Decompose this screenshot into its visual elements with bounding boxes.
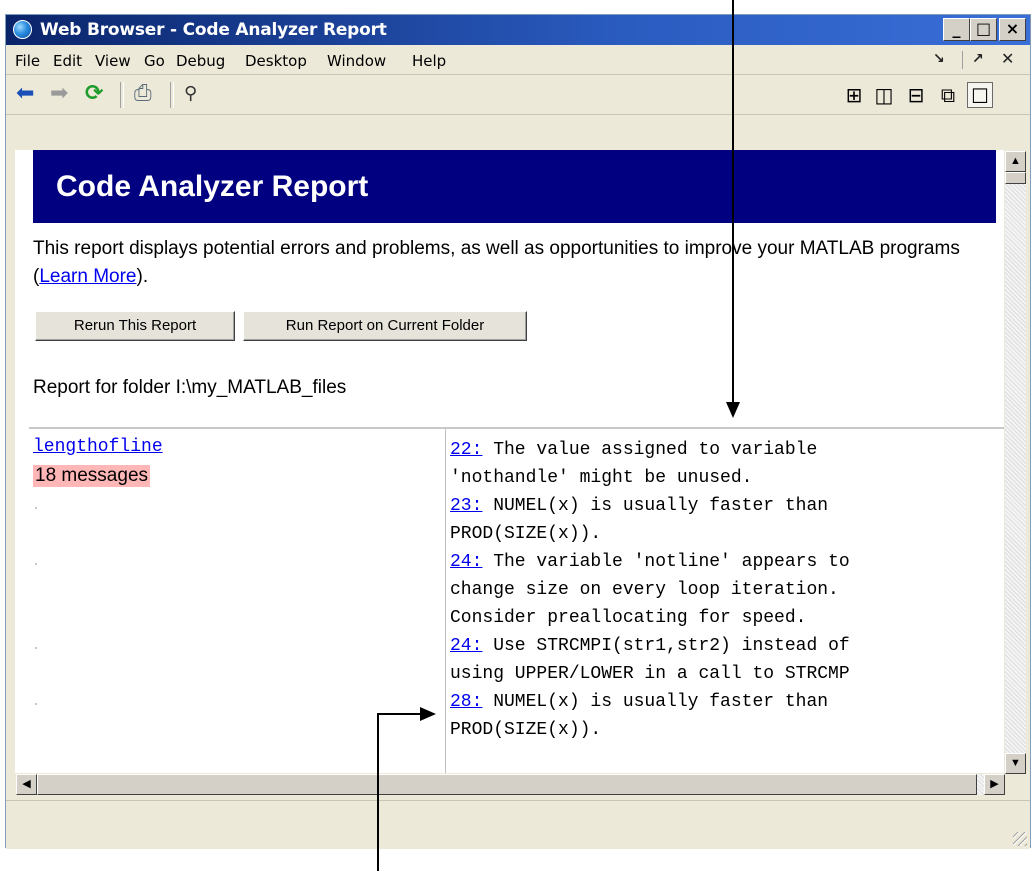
- callout-arrow-head: [420, 707, 436, 721]
- scroll-down-arrow-icon[interactable]: ▼: [1005, 753, 1026, 774]
- close-icon[interactable]: ✕: [1001, 49, 1014, 68]
- results-table: lengthofline 18 messages 22: The value a…: [29, 427, 1004, 773]
- row-marker: [35, 507, 37, 509]
- forward-arrow-icon[interactable]: ➡: [50, 82, 68, 106]
- float-window-icon[interactable]: ⧉: [935, 82, 961, 108]
- menu-debug[interactable]: Debug: [176, 52, 225, 70]
- toolbar-separator: [170, 82, 174, 108]
- line-link[interactable]: 24:: [450, 636, 482, 656]
- maximize-button[interactable]: □: [970, 18, 997, 41]
- report-intro: This report displays potential errors an…: [33, 235, 983, 291]
- callout-arrow-line: [377, 713, 421, 715]
- menu-help[interactable]: Help: [412, 52, 446, 70]
- line-link[interactable]: 28:: [450, 692, 482, 712]
- message-list: 22: The value assigned to variable 'noth…: [450, 436, 1002, 744]
- close-button[interactable]: ×: [999, 18, 1026, 41]
- vertical-scrollbar[interactable]: ▲ ▼: [1005, 151, 1026, 774]
- menu-bar: File Edit View Go Debug Desktop Window H…: [6, 45, 1030, 75]
- menu-view[interactable]: View: [95, 52, 131, 70]
- toolbar-separator: [120, 82, 124, 108]
- scroll-right-arrow-icon[interactable]: ▶: [984, 774, 1005, 795]
- refresh-icon[interactable]: ⟳: [85, 82, 103, 106]
- message-count-badge: 18 messages: [33, 465, 151, 487]
- resize-grip-icon[interactable]: [1013, 832, 1027, 846]
- minimize-button[interactable]: _: [943, 18, 970, 41]
- message-item: 23: NUMEL(x) is usually faster than PROD…: [450, 492, 1002, 548]
- column-divider: [445, 429, 446, 773]
- menu-window[interactable]: Window: [327, 52, 386, 70]
- message-text: NUMEL(x) is usually faster than PROD(SIZ…: [450, 692, 829, 740]
- message-item: 24: Use STRCMPI(str1,str2) instead of us…: [450, 632, 1002, 688]
- scroll-thumb[interactable]: [37, 774, 977, 795]
- menu-file[interactable]: File: [15, 52, 40, 70]
- tile-grid-icon[interactable]: ⊞: [841, 82, 867, 108]
- find-binoculars-icon[interactable]: ⚲: [184, 82, 197, 106]
- learn-more-link[interactable]: Learn More: [39, 266, 136, 287]
- run-current-folder-button[interactable]: Run Report on Current Folder: [243, 311, 527, 341]
- scroll-up-arrow-icon[interactable]: ▲: [1005, 151, 1026, 172]
- status-bar: [6, 800, 1030, 849]
- maximize-icon[interactable]: ☐: [967, 82, 993, 108]
- undock-icon[interactable]: ↘: [933, 51, 945, 67]
- menu-edit[interactable]: Edit: [53, 52, 82, 70]
- callout-arrow-line: [732, 0, 734, 404]
- row-marker: [35, 563, 37, 565]
- print-icon[interactable]: ⎙: [134, 82, 152, 106]
- intro-text: This report displays potential errors an…: [33, 238, 960, 287]
- menu-desktop[interactable]: Desktop: [245, 52, 307, 70]
- row-marker: [35, 703, 37, 705]
- menu-separator: [962, 51, 963, 69]
- line-link[interactable]: 23:: [450, 496, 482, 516]
- page-title: Code Analyzer Report: [33, 150, 996, 223]
- message-text: The value assigned to variable 'nothandl…: [450, 440, 818, 488]
- folder-label: Report for folder I:\my_MATLAB_files: [33, 377, 347, 398]
- message-text: Use STRCMPI(str1,str2) instead of using …: [450, 636, 850, 684]
- line-link[interactable]: 24:: [450, 552, 482, 572]
- scroll-left-arrow-icon[interactable]: ◀: [16, 774, 37, 795]
- horizontal-scrollbar[interactable]: ◀ ▶: [16, 774, 1005, 795]
- dock-icon[interactable]: ↗: [972, 51, 984, 67]
- message-text: NUMEL(x) is usually faster than PROD(SIZ…: [450, 496, 829, 544]
- toolbar: ⬅ ➡ ⟳ ⎙ ⚲ ⊞ ◫ ⊟ ⧉ ☐: [6, 75, 1030, 115]
- intro-end: ).: [136, 266, 149, 287]
- line-link[interactable]: 22:: [450, 440, 482, 460]
- back-arrow-icon[interactable]: ⬅: [16, 82, 34, 106]
- message-item: 28: NUMEL(x) is usually faster than PROD…: [450, 688, 1002, 744]
- menu-go[interactable]: Go: [144, 52, 165, 70]
- file-link[interactable]: lengthofline: [33, 437, 163, 457]
- report-content: Code Analyzer Report This report display…: [15, 150, 1004, 773]
- row-marker: [35, 647, 37, 649]
- globe-icon: [13, 20, 32, 39]
- message-text: The variable 'notline' appears to change…: [450, 552, 850, 628]
- message-item: 22: The value assigned to variable 'noth…: [450, 436, 1002, 492]
- tile-columns-icon[interactable]: ◫: [871, 82, 897, 108]
- scroll-thumb[interactable]: [1005, 172, 1026, 184]
- rerun-report-button[interactable]: Rerun This Report: [35, 311, 235, 341]
- window-title: Web Browser - Code Analyzer Report: [40, 20, 387, 40]
- message-item: 24: The variable 'notline' appears to ch…: [450, 548, 1002, 632]
- title-bar[interactable]: Web Browser - Code Analyzer Report _ □ ×: [6, 15, 1030, 45]
- callout-arrow-head: [726, 402, 740, 418]
- tile-rows-icon[interactable]: ⊟: [903, 82, 929, 108]
- callout-arrow-line: [377, 713, 379, 871]
